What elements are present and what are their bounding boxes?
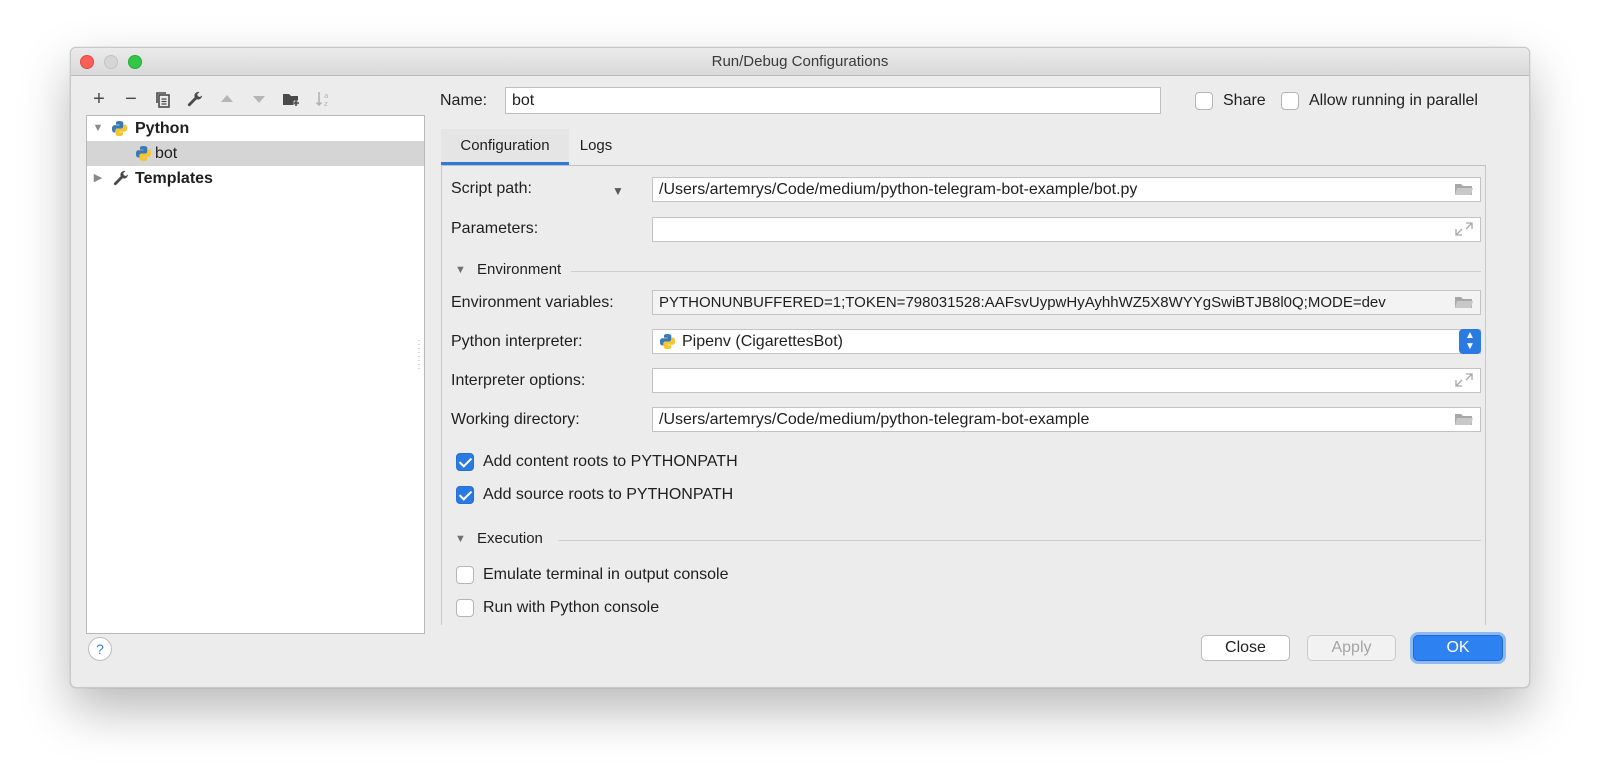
- interpreter-label: Python interpreter:: [451, 333, 583, 350]
- close-window-button[interactable]: [80, 55, 94, 69]
- add-icon[interactable]: +: [85, 86, 113, 112]
- allow-parallel-label: Allow running in parallel: [1309, 92, 1478, 109]
- collapse-arrow-icon[interactable]: ▼: [91, 116, 105, 141]
- splitter-handle[interactable]: · · · · · · · ·: [416, 336, 422, 373]
- env-vars-label: Environment variables:: [451, 294, 614, 311]
- help-button[interactable]: ?: [88, 637, 112, 661]
- tree-item-python[interactable]: ▼ Python: [87, 116, 424, 141]
- content-roots-checkbox[interactable]: [456, 453, 474, 471]
- minimize-window-button[interactable]: [104, 55, 118, 69]
- config-toolbar: + − az: [85, 86, 337, 112]
- execution-divider: [558, 540, 1481, 541]
- select-stepper-icon[interactable]: ▲ ▼: [1459, 329, 1481, 354]
- emulate-terminal-checkbox[interactable]: [456, 566, 474, 584]
- folder-icon[interactable]: [1454, 181, 1474, 197]
- name-label: Name:: [440, 92, 488, 109]
- close-button[interactable]: Close: [1201, 635, 1290, 661]
- new-folder-icon[interactable]: [277, 86, 305, 112]
- interpreter-value: Pipenv (CigarettesBot): [682, 333, 843, 350]
- python-icon: [111, 120, 128, 137]
- move-up-icon[interactable]: [213, 86, 241, 112]
- python-console-checkbox[interactable]: [456, 599, 474, 617]
- script-path-field[interactable]: /Users/artemrys/Code/medium/python-teleg…: [652, 177, 1481, 202]
- allow-parallel-checkbox[interactable]: [1281, 92, 1299, 110]
- environment-section-title: Environment: [477, 261, 562, 278]
- interpreter-options-label: Interpreter options:: [451, 372, 586, 389]
- python-icon: [135, 145, 152, 162]
- script-type-dropdown-icon[interactable]: ▼: [612, 184, 624, 198]
- remove-icon[interactable]: −: [117, 86, 145, 112]
- source-roots-checkbox[interactable]: [456, 486, 474, 504]
- env-vars-value: PYTHONUNBUFFERED=1;TOKEN=798031528:AAFsv…: [659, 294, 1386, 311]
- run-debug-dialog: Run/Debug Configurations + − az ▼ Python: [70, 47, 1530, 688]
- ok-button[interactable]: OK: [1413, 635, 1503, 661]
- tree-label-templates: Templates: [135, 170, 213, 187]
- expand-icon[interactable]: [1454, 221, 1474, 237]
- expand-arrow-icon[interactable]: ▶: [91, 166, 105, 191]
- tree-item-bot[interactable]: bot: [87, 141, 424, 166]
- environment-collapse-icon[interactable]: ▼: [455, 264, 466, 276]
- parameters-field[interactable]: [652, 217, 1481, 242]
- window-title: Run/Debug Configurations: [711, 53, 889, 70]
- folder-icon[interactable]: [1454, 294, 1474, 310]
- working-dir-field[interactable]: /Users/artemrys/Code/medium/python-teleg…: [652, 407, 1481, 432]
- folder-icon[interactable]: [1454, 411, 1474, 427]
- name-input[interactable]: bot: [505, 87, 1161, 114]
- title-bar[interactable]: Run/Debug Configurations: [71, 48, 1529, 76]
- svg-text:z: z: [324, 100, 328, 108]
- execution-collapse-icon[interactable]: ▼: [455, 533, 466, 545]
- interpreter-options-field[interactable]: [652, 368, 1481, 393]
- emulate-terminal-label: Emulate terminal in output console: [483, 566, 729, 583]
- share-checkbox[interactable]: [1195, 92, 1213, 110]
- wrench-icon: [113, 170, 129, 186]
- share-label: Share: [1223, 92, 1266, 109]
- tree-label-bot: bot: [155, 145, 178, 162]
- execution-section-title: Execution: [477, 530, 543, 547]
- source-roots-label: Add source roots to PYTHONPATH: [483, 486, 734, 503]
- apply-button[interactable]: Apply: [1307, 635, 1396, 661]
- wrench-icon[interactable]: [181, 86, 209, 112]
- script-path-label: Script path:: [451, 180, 532, 197]
- tab-configuration[interactable]: Configuration: [441, 129, 569, 165]
- working-dir-label: Working directory:: [451, 411, 580, 428]
- expand-icon[interactable]: [1454, 372, 1474, 388]
- sort-icon[interactable]: az: [309, 86, 337, 112]
- tree-item-templates[interactable]: ▶ Templates: [87, 166, 424, 191]
- svg-text:a: a: [324, 92, 328, 100]
- python-icon: [659, 333, 676, 350]
- working-dir-value: /Users/artemrys/Code/medium/python-teleg…: [659, 411, 1090, 428]
- script-path-value: /Users/artemrys/Code/medium/python-teleg…: [659, 181, 1138, 198]
- content-roots-label: Add content roots to PYTHONPATH: [483, 453, 738, 470]
- copy-icon[interactable]: [149, 86, 177, 112]
- python-console-label: Run with Python console: [483, 599, 660, 616]
- tree-label-python: Python: [135, 120, 190, 137]
- tab-logs[interactable]: Logs: [569, 129, 623, 165]
- zoom-window-button[interactable]: [128, 55, 142, 69]
- move-down-icon[interactable]: [245, 86, 273, 112]
- interpreter-select[interactable]: Pipenv (CigarettesBot) ▲ ▼: [652, 329, 1481, 354]
- environment-divider: [571, 271, 1481, 272]
- env-vars-field[interactable]: PYTHONUNBUFFERED=1;TOKEN=798031528:AAFsv…: [652, 290, 1481, 315]
- configuration-tree[interactable]: ▼ Python bot ▶ Templates: [86, 115, 425, 634]
- parameters-label: Parameters:: [451, 220, 539, 237]
